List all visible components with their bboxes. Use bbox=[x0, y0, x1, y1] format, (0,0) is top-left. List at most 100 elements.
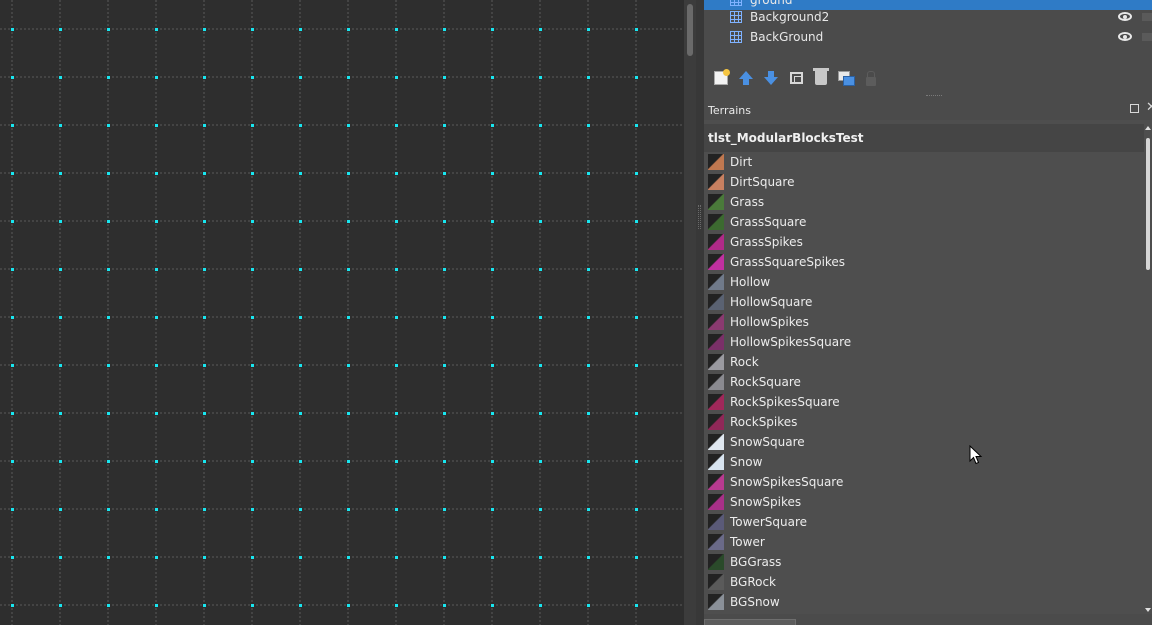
right-dock-panel: ground Background2 BackGround Terrains ✕ bbox=[704, 0, 1152, 625]
terrain-item[interactable]: GrassSquare bbox=[704, 212, 1144, 232]
terrain-item[interactable]: Rock bbox=[704, 352, 1144, 372]
terrain-label: HollowSpikesSquare bbox=[730, 335, 852, 349]
terrain-thumbnail-icon bbox=[708, 414, 724, 430]
terrain-label: Tower bbox=[730, 535, 765, 549]
terrain-thumbnail-icon bbox=[708, 154, 724, 170]
eye-icon[interactable] bbox=[1118, 12, 1132, 21]
terrain-label: SnowSpikesSquare bbox=[730, 475, 844, 489]
terrain-label: SnowSpikes bbox=[730, 495, 802, 509]
new-layer-icon bbox=[714, 69, 730, 85]
terrain-thumbnail-icon bbox=[708, 194, 724, 210]
terrain-thumbnail-icon bbox=[708, 554, 724, 570]
terrain-item[interactable]: Snow bbox=[704, 452, 1144, 472]
panel-splitter[interactable] bbox=[696, 0, 704, 625]
lower-layer-button[interactable] bbox=[762, 69, 780, 87]
layer-stack-button[interactable] bbox=[837, 69, 855, 87]
terrain-thumbnail-icon bbox=[708, 514, 724, 530]
terrain-thumbnail-icon bbox=[708, 574, 724, 590]
layer-name: BackGround bbox=[750, 30, 824, 44]
terrain-item[interactable]: SnowSpikes bbox=[704, 492, 1144, 512]
terrain-item[interactable]: BGRock bbox=[704, 572, 1144, 592]
terrain-label: DirtSquare bbox=[730, 175, 795, 189]
delete-layer-button[interactable] bbox=[812, 68, 830, 87]
terrain-item[interactable]: HollowSpikes bbox=[704, 312, 1144, 332]
terrain-label: HollowSquare bbox=[730, 295, 813, 309]
canvas-vertical-scrollbar[interactable] bbox=[684, 0, 696, 625]
terrain-label: RockSquare bbox=[730, 375, 801, 389]
layer-name: Background2 bbox=[750, 10, 830, 24]
raise-layer-button[interactable] bbox=[737, 69, 755, 87]
tile-layer-icon bbox=[730, 31, 742, 43]
scroll-up-icon[interactable] bbox=[1145, 126, 1151, 130]
dock-splitter-grip[interactable] bbox=[926, 95, 942, 97]
terrain-thumbnail-icon bbox=[708, 454, 724, 470]
terrain-item[interactable]: BGGrass bbox=[704, 552, 1144, 572]
terrain-item[interactable]: BGSnow bbox=[704, 592, 1144, 612]
terrain-item[interactable]: Dirt bbox=[704, 152, 1144, 172]
tile-layer-icon bbox=[730, 11, 742, 23]
terrain-thumbnail-icon bbox=[708, 534, 724, 550]
terrain-item[interactable]: Grass bbox=[704, 192, 1144, 212]
terrain-item[interactable]: RockSquare bbox=[704, 372, 1144, 392]
terrain-label: BGSnow bbox=[730, 595, 780, 609]
tile-grid bbox=[0, 0, 684, 625]
terrain-thumbnail-icon bbox=[708, 594, 724, 610]
terrain-label: GrassSpikes bbox=[730, 235, 803, 249]
bottom-tab[interactable] bbox=[704, 619, 796, 625]
terrain-item[interactable]: HollowSquare bbox=[704, 292, 1144, 312]
terrain-item[interactable]: GrassSpikes bbox=[704, 232, 1144, 252]
map-canvas[interactable] bbox=[0, 0, 684, 625]
terrain-label: Hollow bbox=[730, 275, 771, 289]
terrain-label: BGGrass bbox=[730, 555, 782, 569]
terrain-label: SnowSquare bbox=[730, 435, 805, 449]
terrain-scroll-thumb[interactable] bbox=[1146, 138, 1150, 270]
duplicate-icon bbox=[789, 72, 803, 84]
terrain-thumbnail-icon bbox=[708, 334, 724, 350]
lock-icon[interactable] bbox=[1142, 13, 1152, 21]
close-icon[interactable]: ✕ bbox=[1146, 101, 1152, 115]
terrains-panel-title: Terrains bbox=[708, 103, 751, 117]
trash-icon bbox=[813, 68, 829, 85]
arrow-down-icon bbox=[764, 71, 778, 85]
terrain-item[interactable]: Tower bbox=[704, 532, 1144, 552]
bottom-tab-strip bbox=[704, 614, 1152, 625]
splitter-grip[interactable] bbox=[698, 205, 701, 229]
terrain-thumbnail-icon bbox=[708, 434, 724, 450]
tile-layer-icon bbox=[730, 0, 742, 6]
lock-icon[interactable] bbox=[1142, 33, 1152, 41]
terrain-thumbnail-icon bbox=[708, 394, 724, 410]
terrain-item[interactable]: RockSpikes bbox=[704, 412, 1144, 432]
layer-row-background[interactable]: BackGround bbox=[704, 27, 1152, 47]
layer-row-background2[interactable]: Background2 bbox=[704, 7, 1152, 27]
scroll-down-icon[interactable] bbox=[1145, 608, 1151, 612]
terrain-label: Rock bbox=[730, 355, 759, 369]
terrain-label: Snow bbox=[730, 455, 763, 469]
terrain-thumbnail-icon bbox=[708, 214, 724, 230]
duplicate-layer-button[interactable] bbox=[787, 69, 805, 87]
terrain-item[interactable]: RockSpikesSquare bbox=[704, 392, 1144, 412]
terrains-panel-header: Terrains ✕ bbox=[704, 100, 1152, 120]
terrain-thumbnail-icon bbox=[708, 354, 724, 370]
terrain-item[interactable]: SnowSpikesSquare bbox=[704, 472, 1144, 492]
terrain-label: Dirt bbox=[730, 155, 753, 169]
terrain-label: TowerSquare bbox=[730, 515, 808, 529]
terrain-list-scrollbar[interactable] bbox=[1144, 124, 1152, 614]
terrain-item[interactable]: Hollow bbox=[704, 272, 1144, 292]
lock-layer-button[interactable] bbox=[862, 69, 880, 87]
terrain-item[interactable]: HollowSpikesSquare bbox=[704, 332, 1144, 352]
terrains-panel-body: tlst_ModularBlocksTest Dirt DirtSquare Gra… bbox=[704, 120, 1152, 614]
terrain-item[interactable]: SnowSquare bbox=[704, 432, 1144, 452]
terrain-label: Grass bbox=[730, 195, 765, 209]
terrain-thumbnail-icon bbox=[708, 374, 724, 390]
terrain-item[interactable]: GrassSquareSpikes bbox=[704, 252, 1144, 272]
canvas-scroll-thumb[interactable] bbox=[687, 4, 693, 56]
float-panel-button[interactable] bbox=[1130, 104, 1139, 113]
eye-icon[interactable] bbox=[1118, 32, 1132, 41]
tileset-name: tlst_ModularBlocksTest bbox=[708, 131, 864, 145]
layers-list: ground Background2 BackGround bbox=[704, 0, 1152, 62]
terrain-item[interactable]: TowerSquare bbox=[704, 512, 1144, 532]
terrain-thumbnail-icon bbox=[708, 314, 724, 330]
terrain-item[interactable]: DirtSquare bbox=[704, 172, 1144, 192]
layer-name: ground bbox=[750, 0, 793, 7]
new-layer-button[interactable] bbox=[712, 69, 730, 87]
